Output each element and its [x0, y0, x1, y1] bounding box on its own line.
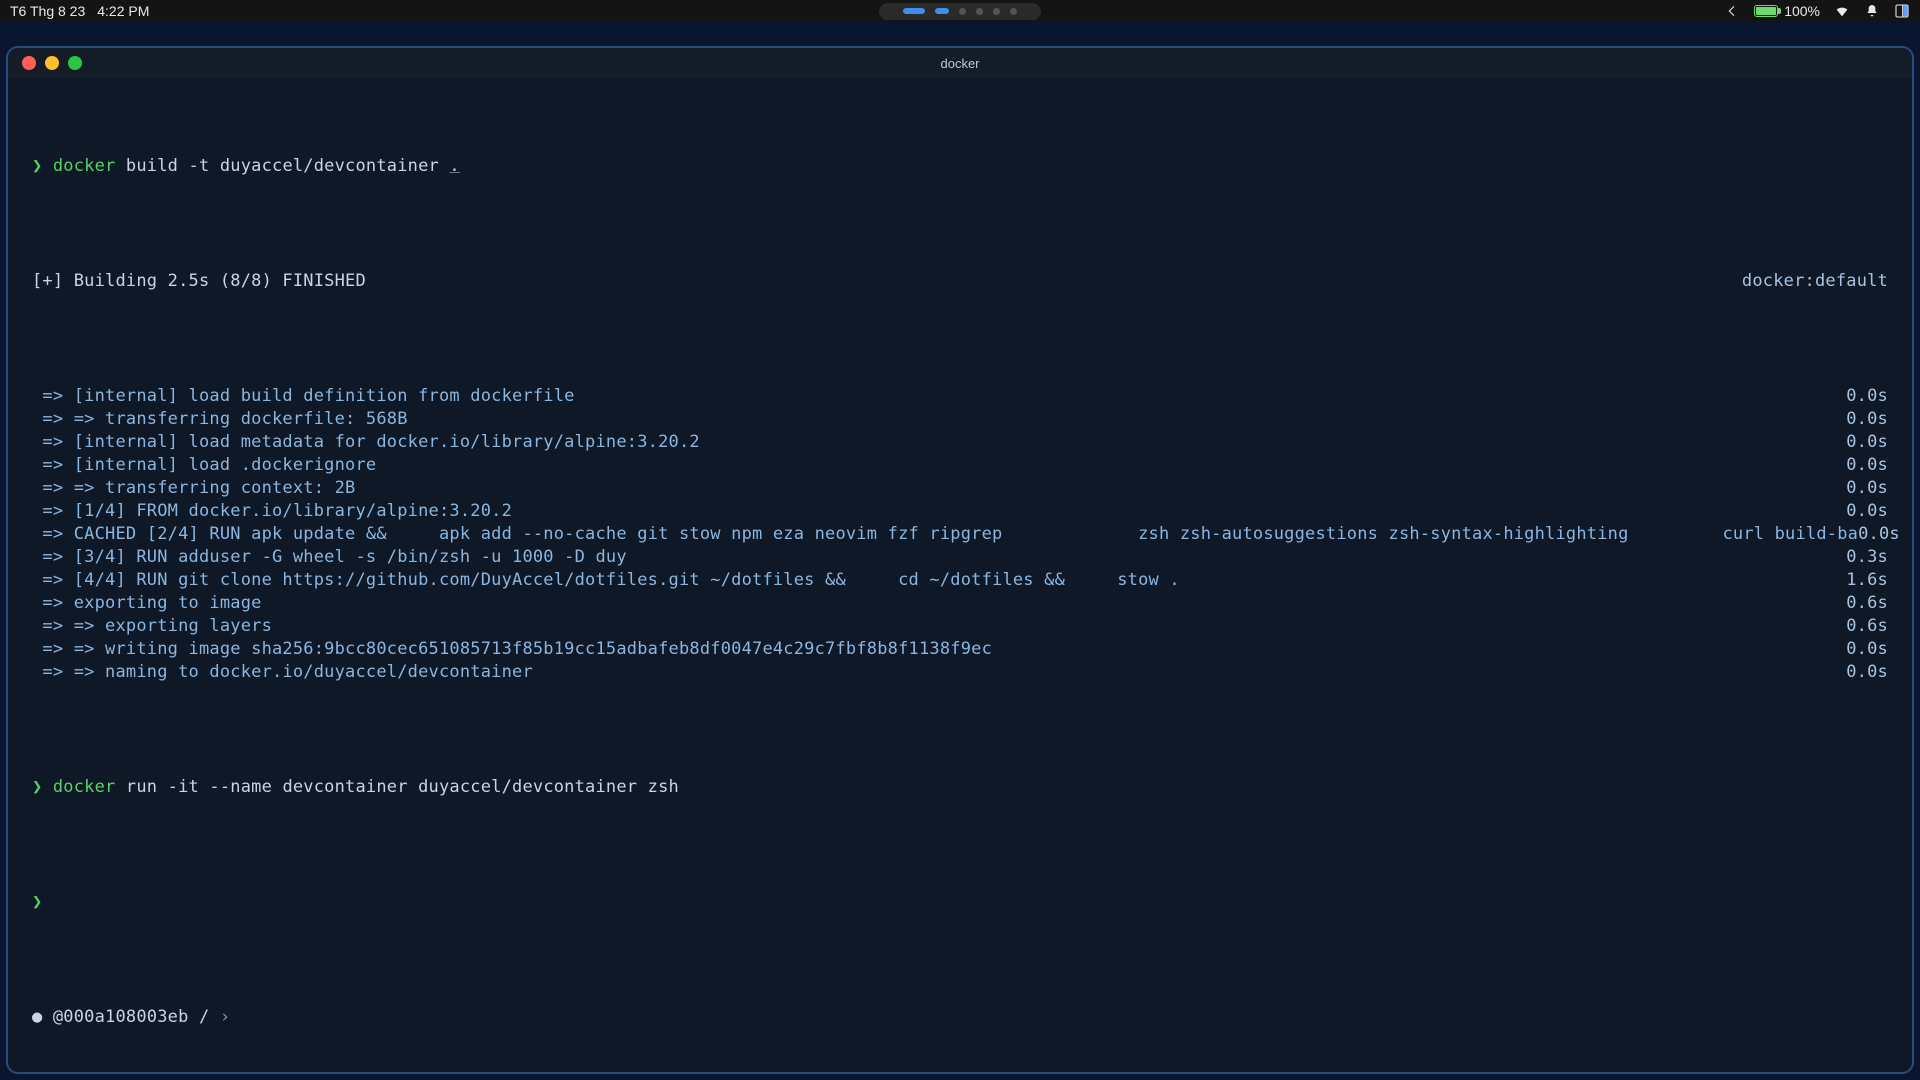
battery-indicator[interactable]: 100% [1754, 3, 1820, 19]
build-step-time: 0.3s [1846, 546, 1888, 569]
cmd1-dot: . [449, 156, 459, 176]
build-step-time: 0.0s [1846, 477, 1888, 500]
workspace-2-icon[interactable] [935, 8, 949, 14]
build-header-right: docker:default [1742, 270, 1888, 293]
cmd-line-1: ❯ docker build -t duyaccel/devcontainer … [32, 155, 1888, 178]
build-steps: => [internal] load build definition from… [32, 385, 1888, 684]
panel-icon[interactable] [1894, 3, 1910, 19]
build-step-time: 0.0s [1846, 431, 1888, 454]
maximize-icon[interactable] [68, 56, 82, 70]
build-step-text: => [internal] load build definition from… [32, 385, 575, 408]
menubar-right: 100% [1724, 3, 1910, 19]
build-step-time: 0.0s [1858, 523, 1900, 546]
cmd1-rest: build -t duyaccel/devcontainer [115, 156, 449, 176]
terminal-window: docker ❯ docker build -t duyaccel/devcon… [6, 46, 1914, 1074]
cwd: / [189, 1007, 220, 1027]
close-icon[interactable] [22, 56, 36, 70]
build-header: [+] Building 2.5s (8/8) FINISHED docker:… [32, 270, 1888, 293]
cmd-line-2: ❯ docker run -it --name devcontainer duy… [32, 776, 1888, 799]
battery-icon [1754, 5, 1778, 17]
build-step-time: 1.6s [1846, 569, 1888, 592]
prompt-symbol: ❯ [32, 777, 42, 797]
caret-icon: › [220, 1007, 230, 1027]
build-step: => CACHED [2/4] RUN apk update && apk ad… [32, 523, 1888, 546]
build-step-text: => [4/4] RUN git clone https://github.co… [32, 569, 1180, 592]
build-step-text: => => transferring dockerfile: 568B [32, 408, 408, 431]
window-title: docker [940, 56, 979, 71]
build-step-text: => => naming to docker.io/duyaccel/devco… [32, 661, 533, 684]
build-step-time: 0.0s [1846, 661, 1888, 684]
workspace-3-icon[interactable] [959, 8, 966, 15]
build-step: => [internal] load build definition from… [32, 385, 1888, 408]
bell-icon[interactable] [1864, 3, 1880, 19]
build-step-time: 0.0s [1846, 385, 1888, 408]
build-step: => [3/4] RUN adduser -G wheel -s /bin/zs… [32, 546, 1888, 569]
build-step-time: 0.6s [1846, 592, 1888, 615]
build-step-time: 0.6s [1846, 615, 1888, 638]
build-step-time: 0.0s [1846, 408, 1888, 431]
menubar-date: T6 Thg 8 23 [10, 3, 85, 19]
build-step: => [internal] load metadata for docker.i… [32, 431, 1888, 454]
prompt-symbol: ❯ [32, 156, 42, 176]
build-step-time: 0.0s [1846, 638, 1888, 661]
system-menubar: T6 Thg 8 23 4:22 PM 100% [0, 0, 1920, 22]
minimize-icon[interactable] [45, 56, 59, 70]
build-step: => [internal] load .dockerignore 0.0s [32, 454, 1888, 477]
build-step: => exporting to image 0.6s [32, 592, 1888, 615]
cmd2-rest: run -it --name devcontainer duyaccel/dev… [115, 777, 678, 797]
build-header-left: [+] Building 2.5s (8/8) FINISHED [32, 270, 366, 293]
workspace-4-icon[interactable] [976, 8, 983, 15]
build-step: => => naming to docker.io/duyaccel/devco… [32, 661, 1888, 684]
prompt-continuation: ❯ [32, 892, 42, 912]
build-step: => => transferring context: 2B 0.0s [32, 477, 1888, 500]
build-step-text: => [3/4] RUN adduser -G wheel -s /bin/zs… [32, 546, 627, 569]
build-step: => => writing image sha256:9bcc80cec6510… [32, 638, 1888, 661]
build-step-time: 0.0s [1846, 500, 1888, 523]
container-prompt: ● @000a108003eb / › [32, 1006, 1888, 1029]
workspace-6-icon[interactable] [1010, 8, 1017, 15]
battery-percent: 100% [1784, 3, 1820, 19]
build-step: => => transferring dockerfile: 568B 0.0s [32, 408, 1888, 431]
build-step-time: 0.0s [1846, 454, 1888, 477]
workspace-switcher[interactable] [879, 3, 1041, 20]
build-step-text: => exporting to image [32, 592, 262, 615]
build-step-text: => CACHED [2/4] RUN apk update && apk ad… [32, 523, 1858, 546]
continuation-line: ❯ [32, 891, 1888, 914]
docker-kw: docker [53, 156, 116, 176]
chevron-left-icon[interactable] [1724, 3, 1740, 19]
build-step-text: => [internal] load .dockerignore [32, 454, 376, 477]
host-name: @000a108003eb [53, 1007, 189, 1027]
wifi-icon[interactable] [1834, 3, 1850, 19]
build-step-text: => [1/4] FROM docker.io/library/alpine:3… [32, 500, 512, 523]
host-glyph: ● [32, 1007, 42, 1027]
build-step: => [4/4] RUN git clone https://github.co… [32, 569, 1888, 592]
build-step-text: => => writing image sha256:9bcc80cec6510… [32, 638, 992, 661]
build-step-text: => [internal] load metadata for docker.i… [32, 431, 700, 454]
traffic-lights [22, 56, 82, 70]
docker-kw: docker [53, 777, 116, 797]
build-step-text: => => exporting layers [32, 615, 272, 638]
build-step-text: => => transferring context: 2B [32, 477, 355, 500]
menubar-time: 4:22 PM [97, 3, 149, 19]
menubar-left: T6 Thg 8 23 4:22 PM [10, 3, 149, 19]
terminal-content[interactable]: ❯ docker build -t duyaccel/devcontainer … [8, 78, 1912, 1074]
titlebar[interactable]: docker [8, 48, 1912, 78]
workspace-active-icon[interactable] [903, 8, 925, 14]
workspace-5-icon[interactable] [993, 8, 1000, 15]
build-step: => => exporting layers 0.6s [32, 615, 1888, 638]
build-step: => [1/4] FROM docker.io/library/alpine:3… [32, 500, 1888, 523]
